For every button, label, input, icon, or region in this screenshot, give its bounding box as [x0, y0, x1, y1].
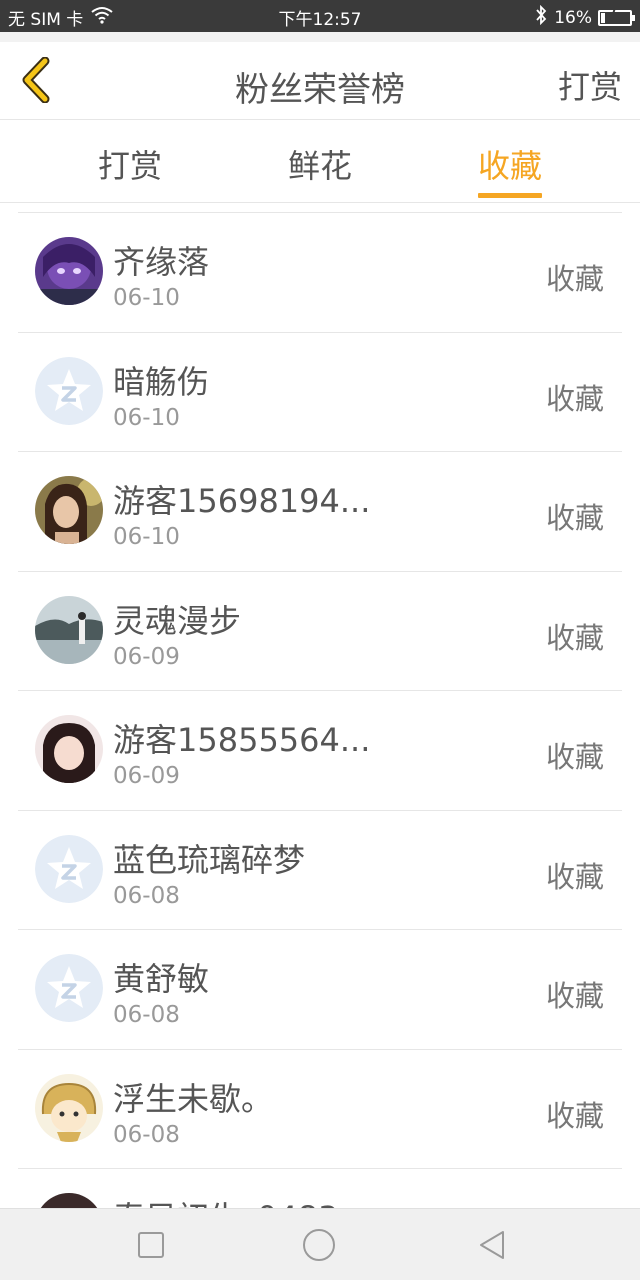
fan-name: 春风初生_0483	[113, 1193, 338, 1208]
home-button[interactable]	[301, 1227, 337, 1263]
back-nav-button[interactable]	[474, 1227, 510, 1263]
action-type: 收藏	[545, 262, 604, 296]
fan-name: 蓝色琉璃碎梦	[113, 840, 306, 879]
avatar	[35, 1073, 103, 1142]
active-tab-indicator	[478, 193, 542, 198]
status-bar-gap	[0, 32, 640, 42]
action-type: 收藏	[545, 740, 604, 774]
list-item[interactable]: 黄舒敏 06-08 收藏	[18, 930, 622, 1050]
fan-date: 06-08	[113, 1121, 180, 1148]
back-triangle-icon	[480, 1231, 504, 1259]
system-nav-bar	[0, 1208, 640, 1280]
recent-apps-button[interactable]	[133, 1227, 169, 1263]
avatar	[35, 595, 103, 664]
action-type: 收藏	[545, 979, 604, 1013]
avatar	[35, 356, 103, 425]
list-item[interactable]: 暗觞伤 06-10 收藏	[18, 333, 622, 452]
fan-name: 浮生未歇。	[113, 1079, 274, 1118]
list-item[interactable]: 浮生未歇。 06-08 收藏	[18, 1050, 622, 1169]
fan-list[interactable]: 齐缘落 06-10 收藏 暗觞伤 06-10 收藏 游客15698194...	[18, 212, 622, 1208]
bluetooth-icon	[534, 4, 548, 30]
battery-charging-icon: ϟ	[598, 8, 635, 26]
fan-date: 06-09	[113, 763, 180, 789]
fan-name: 暗觞伤	[113, 362, 210, 401]
list-item[interactable]: 齐缘落 06-10 收藏	[18, 213, 622, 333]
fan-date: 06-10	[113, 524, 180, 550]
action-type: 收藏	[545, 1098, 604, 1133]
battery-percent: 16%	[554, 7, 592, 28]
reward-action-button[interactable]: 打赏	[558, 62, 622, 108]
avatar	[35, 715, 103, 783]
list-item[interactable]: 游客15855564... 06-09 收藏	[18, 691, 622, 811]
list-item[interactable]: 灵魂漫步 06-09 收藏	[18, 572, 622, 691]
action-type: 收藏	[545, 381, 604, 416]
fan-name: 齐缘落	[113, 243, 210, 281]
fan-name: 游客15698194...	[113, 482, 371, 520]
tab-reward[interactable]: 打赏	[50, 141, 210, 187]
tab-flowers[interactable]: 鲜花	[240, 141, 400, 187]
list-item[interactable]: 春风初生_0483 收藏	[18, 1169, 622, 1208]
avatar	[35, 237, 103, 305]
avatar	[35, 834, 103, 903]
tab-bar: 打赏 鲜花 收藏	[0, 121, 640, 203]
action-type: 收藏	[545, 859, 604, 894]
action-type: 收藏	[545, 501, 604, 535]
fan-date: 06-08	[113, 882, 180, 909]
avatar	[35, 476, 103, 544]
page-title: 粉丝荣誉榜	[235, 70, 405, 110]
list-item[interactable]: 蓝色琉璃碎梦 06-08 收藏	[18, 811, 622, 930]
tab-favorites[interactable]: 收藏	[430, 141, 590, 187]
fan-name: 灵魂漫步	[113, 601, 242, 640]
avatar	[35, 954, 103, 1022]
list-item[interactable]: 游客15698194... 06-10 收藏	[18, 452, 622, 572]
header: 粉丝荣誉榜 打赏	[0, 42, 640, 120]
avatar	[35, 1193, 103, 1208]
action-type: 收藏	[545, 620, 604, 655]
fan-date: 06-09	[113, 643, 180, 670]
home-circle-icon	[303, 1229, 335, 1261]
fan-date: 06-10	[113, 285, 180, 311]
fan-date: 06-08	[113, 1002, 180, 1028]
fan-date: 06-10	[113, 404, 180, 431]
recent-apps-square-icon	[138, 1232, 164, 1258]
fan-name: 黄舒敏	[113, 960, 210, 998]
status-bar: 无 SIM 卡 下午12:57 16% ϟ	[0, 0, 640, 32]
fan-name: 游客15855564...	[113, 721, 371, 759]
